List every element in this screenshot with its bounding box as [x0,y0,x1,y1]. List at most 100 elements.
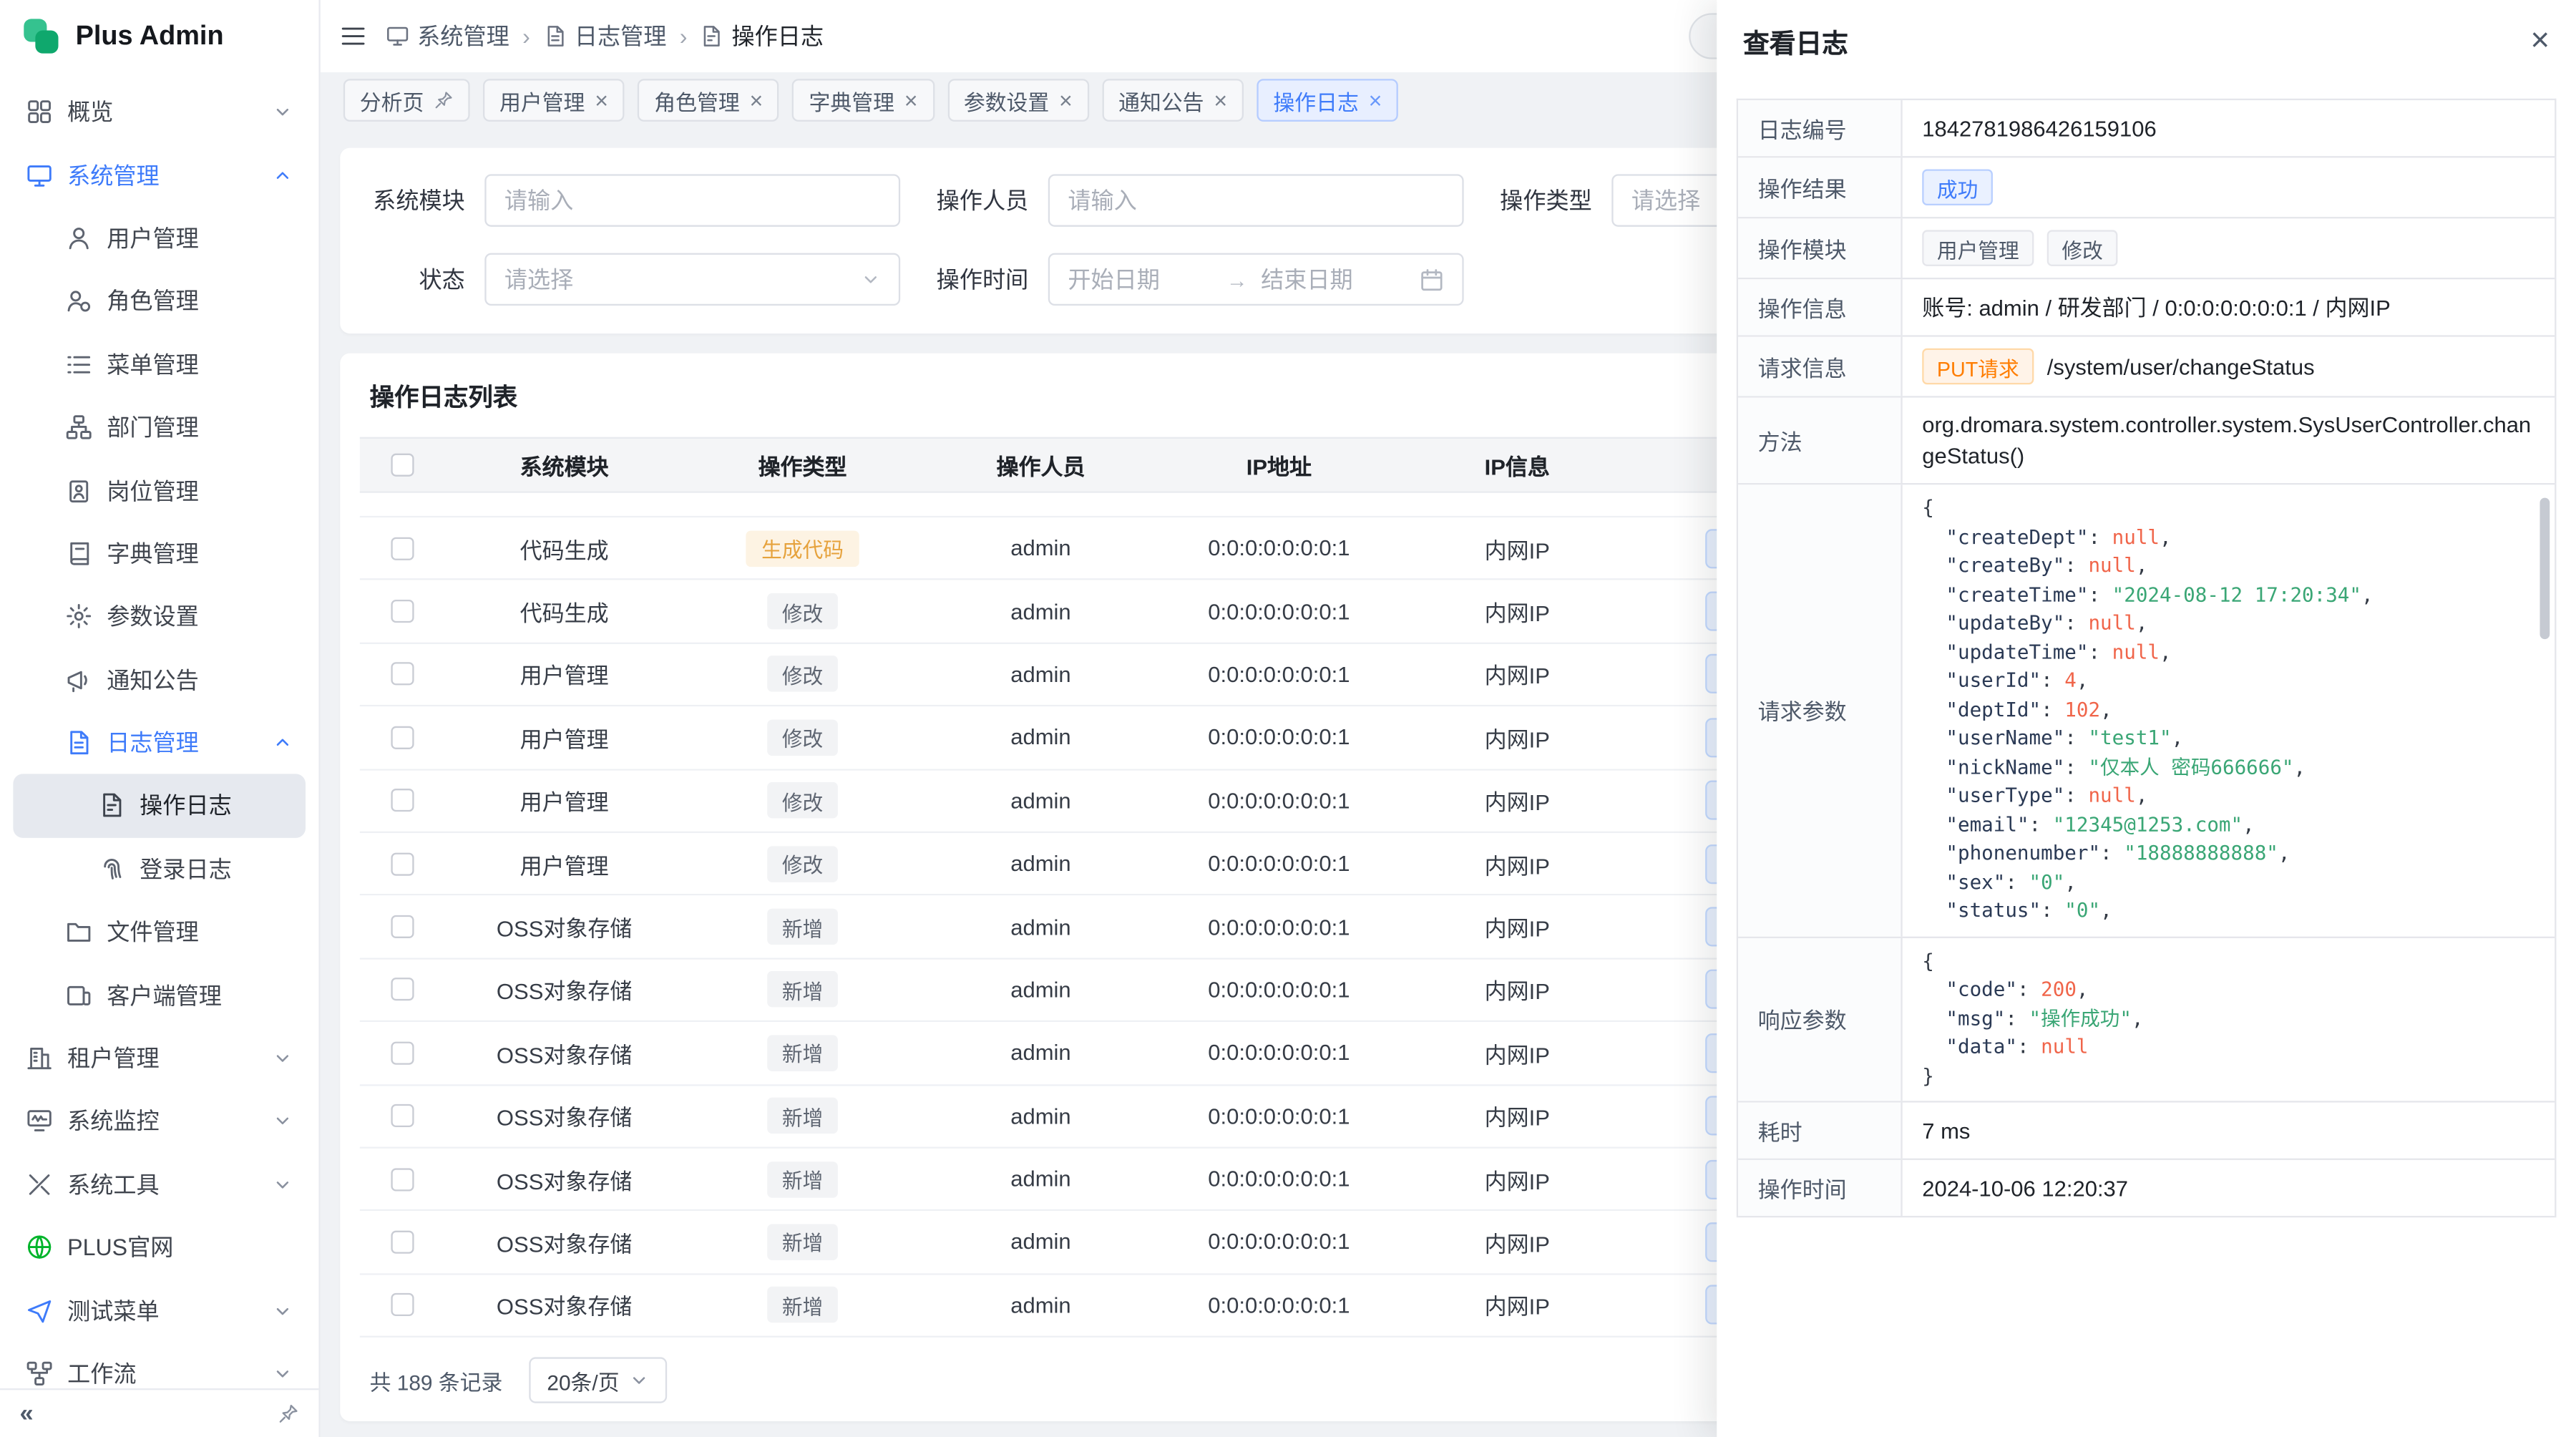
sidebar-item-system-mgmt[interactable]: 系统管理 [13,144,306,207]
close-icon[interactable]: × [904,89,918,112]
date-range-arrow: → [1226,267,1248,291]
sidebar-item-plus-website[interactable]: PLUS官网 [13,1216,306,1279]
code-block[interactable]: { "createDept": null, "createBy": null, … [1922,495,2534,926]
tab-user-mgmt[interactable]: 用户管理× [483,79,625,122]
sidebar-item-system-monitor[interactable]: 系统监控 [13,1090,306,1153]
breadcrumb-item[interactable]: 系统管理 [386,20,509,53]
cell-ip: 0:0:0:0:0:0:0:1 [1160,643,1398,705]
sidebar-item-param-settings[interactable]: 参数设置 [13,585,306,648]
tab-label: 字典管理 [809,84,894,116]
operation-time-input[interactable]: 开始日期→结束日期 [1048,253,1464,306]
cell-operator: admin [922,833,1160,895]
tab-oper-log[interactable]: 操作日志× [1257,79,1398,122]
sidebar-item-client-mgmt[interactable]: 客户端管理 [13,963,306,1026]
row-checkbox[interactable] [391,915,414,938]
sidebar-item-system-tools[interactable]: 系统工具 [13,1153,306,1216]
close-icon[interactable]: × [1059,89,1073,112]
pin-icon[interactable] [278,1403,299,1425]
close-icon[interactable]: × [2530,24,2550,57]
sidebar-item-oper-log[interactable]: 操作日志 [13,774,306,837]
row-checkbox[interactable] [391,978,414,1001]
code-block[interactable]: { "code": 200, "msg": "操作成功", "data": nu… [1922,948,2534,1091]
sidebar-item-tenant-mgmt[interactable]: 租户管理 [13,1027,306,1090]
drawer-title: 查看日志 [1743,21,1848,61]
sidebar-item-post-mgmt[interactable]: 岗位管理 [13,459,306,522]
page-size-select[interactable]: 20条/页 [529,1358,667,1403]
detail-value: /system/user/changeStatus [2047,351,2315,382]
app-logo[interactable]: Plus Admin [0,0,318,72]
tab-dict-mgmt[interactable]: 字典管理 × [793,79,935,122]
system-module-input[interactable]: 请输入 [484,174,900,226]
cell-module: OSS对象存储 [445,1022,683,1083]
filter-label: 系统模块 [346,184,464,217]
sidebar-item-dept-mgmt[interactable]: 部门管理 [13,396,306,459]
placeholder-text: 请选择 [504,263,848,296]
breadcrumb-item[interactable]: 日志管理 [543,20,666,53]
close-icon[interactable]: × [749,89,763,112]
hamburger-menu-icon[interactable] [340,23,366,49]
operation-type-badge: 修改 [767,656,838,693]
close-icon[interactable]: × [1214,89,1227,112]
row-checkbox[interactable] [391,726,414,749]
status-input[interactable]: 请选择 [484,253,900,306]
sidebar-item-dict-mgmt[interactable]: 字典管理 [13,522,306,585]
pin-icon [434,90,454,110]
row-checkbox[interactable] [391,1167,414,1190]
status-badge: 修改 [2047,230,2118,266]
chevron-down-icon [273,1364,293,1384]
detail-row-module: 操作模块用户管理修改 [1738,218,2555,279]
sidebar-item-user-mgmt[interactable]: 用户管理 [13,207,306,270]
sidebar-item-role-mgmt[interactable]: 角色管理 [13,270,306,333]
dict-icon [66,540,92,567]
row-checkbox[interactable] [391,600,414,623]
row-checkbox[interactable] [391,1041,414,1064]
tab-role-mgmt[interactable]: 角色管理× [638,79,779,122]
sidebar-item-workflow[interactable]: 工作流 [13,1342,306,1388]
sidebar-collapse-button[interactable]: « [20,1400,34,1428]
tools-icon [26,1171,53,1198]
cell-operation-type: 新增 [683,1085,922,1146]
row-checkbox[interactable] [391,789,414,812]
tab-notice[interactable]: 通知公告× [1102,79,1244,122]
sidebar-item-notice[interactable]: 通知公告 [13,648,306,711]
operation-type-badge: 修改 [767,782,838,819]
sidebar-item-log-mgmt[interactable]: 日志管理 [13,711,306,774]
sidebar-item-label: PLUS官网 [67,1231,173,1264]
select-all-checkbox[interactable] [391,454,414,477]
row-checkbox[interactable] [391,852,414,875]
sidebar-item-login-log[interactable]: 登录日志 [13,837,306,900]
cell-ip: 0:0:0:0:0:0:0:1 [1160,1085,1398,1146]
close-icon[interactable]: × [1369,89,1382,112]
breadcrumb-separator: › [680,23,688,49]
client-icon [66,982,92,1008]
close-icon[interactable]: × [595,89,608,112]
row-checkbox[interactable] [391,537,414,560]
row-checkbox[interactable] [391,1294,414,1317]
sidebar-item-overview[interactable]: 概览 [13,81,306,144]
cell-operator: admin [922,517,1160,579]
cell-operation-type: 新增 [683,1149,922,1210]
sidebar-item-test-menu[interactable]: 测试菜单 [13,1279,306,1342]
cell-operation-type: 修改 [683,707,922,769]
row-checkbox[interactable] [391,1231,414,1254]
breadcrumb-separator: › [522,23,530,49]
detail-row-operation-time: 操作时间2024-10-06 12:20:37 [1738,1160,2555,1217]
scrollbar-thumb[interactable] [2540,498,2550,639]
row-checkbox[interactable] [391,663,414,686]
tab-param-settings[interactable]: 参数设置× [947,79,1089,122]
sidebar-item-menu-mgmt[interactable]: 菜单管理 [13,333,306,396]
operator-input[interactable]: 请输入 [1048,174,1464,226]
dept-icon [66,414,92,441]
cell-operation-type: 新增 [683,896,922,958]
log-detail-drawer: 查看日志 × 日志编号1842781986426159106操作结果成功操作模块… [1717,0,2576,1437]
cell-operator: admin [922,1085,1160,1146]
cell-ip: 0:0:0:0:0:0:0:1 [1160,517,1398,579]
tab-analysis[interactable]: 分析页 [343,79,470,122]
log-detail-table: 日志编号1842781986426159106操作结果成功操作模块用户管理修改操… [1737,99,2557,1218]
detail-label: 请求信息 [1738,337,1903,396]
cell-operation-type: 新增 [683,959,922,1020]
row-checkbox[interactable] [391,1104,414,1127]
sidebar-item-file-mgmt[interactable]: 文件管理 [13,900,306,963]
operation-type-badge: 修改 [767,719,838,756]
detail-label: 操作模块 [1738,218,1903,278]
